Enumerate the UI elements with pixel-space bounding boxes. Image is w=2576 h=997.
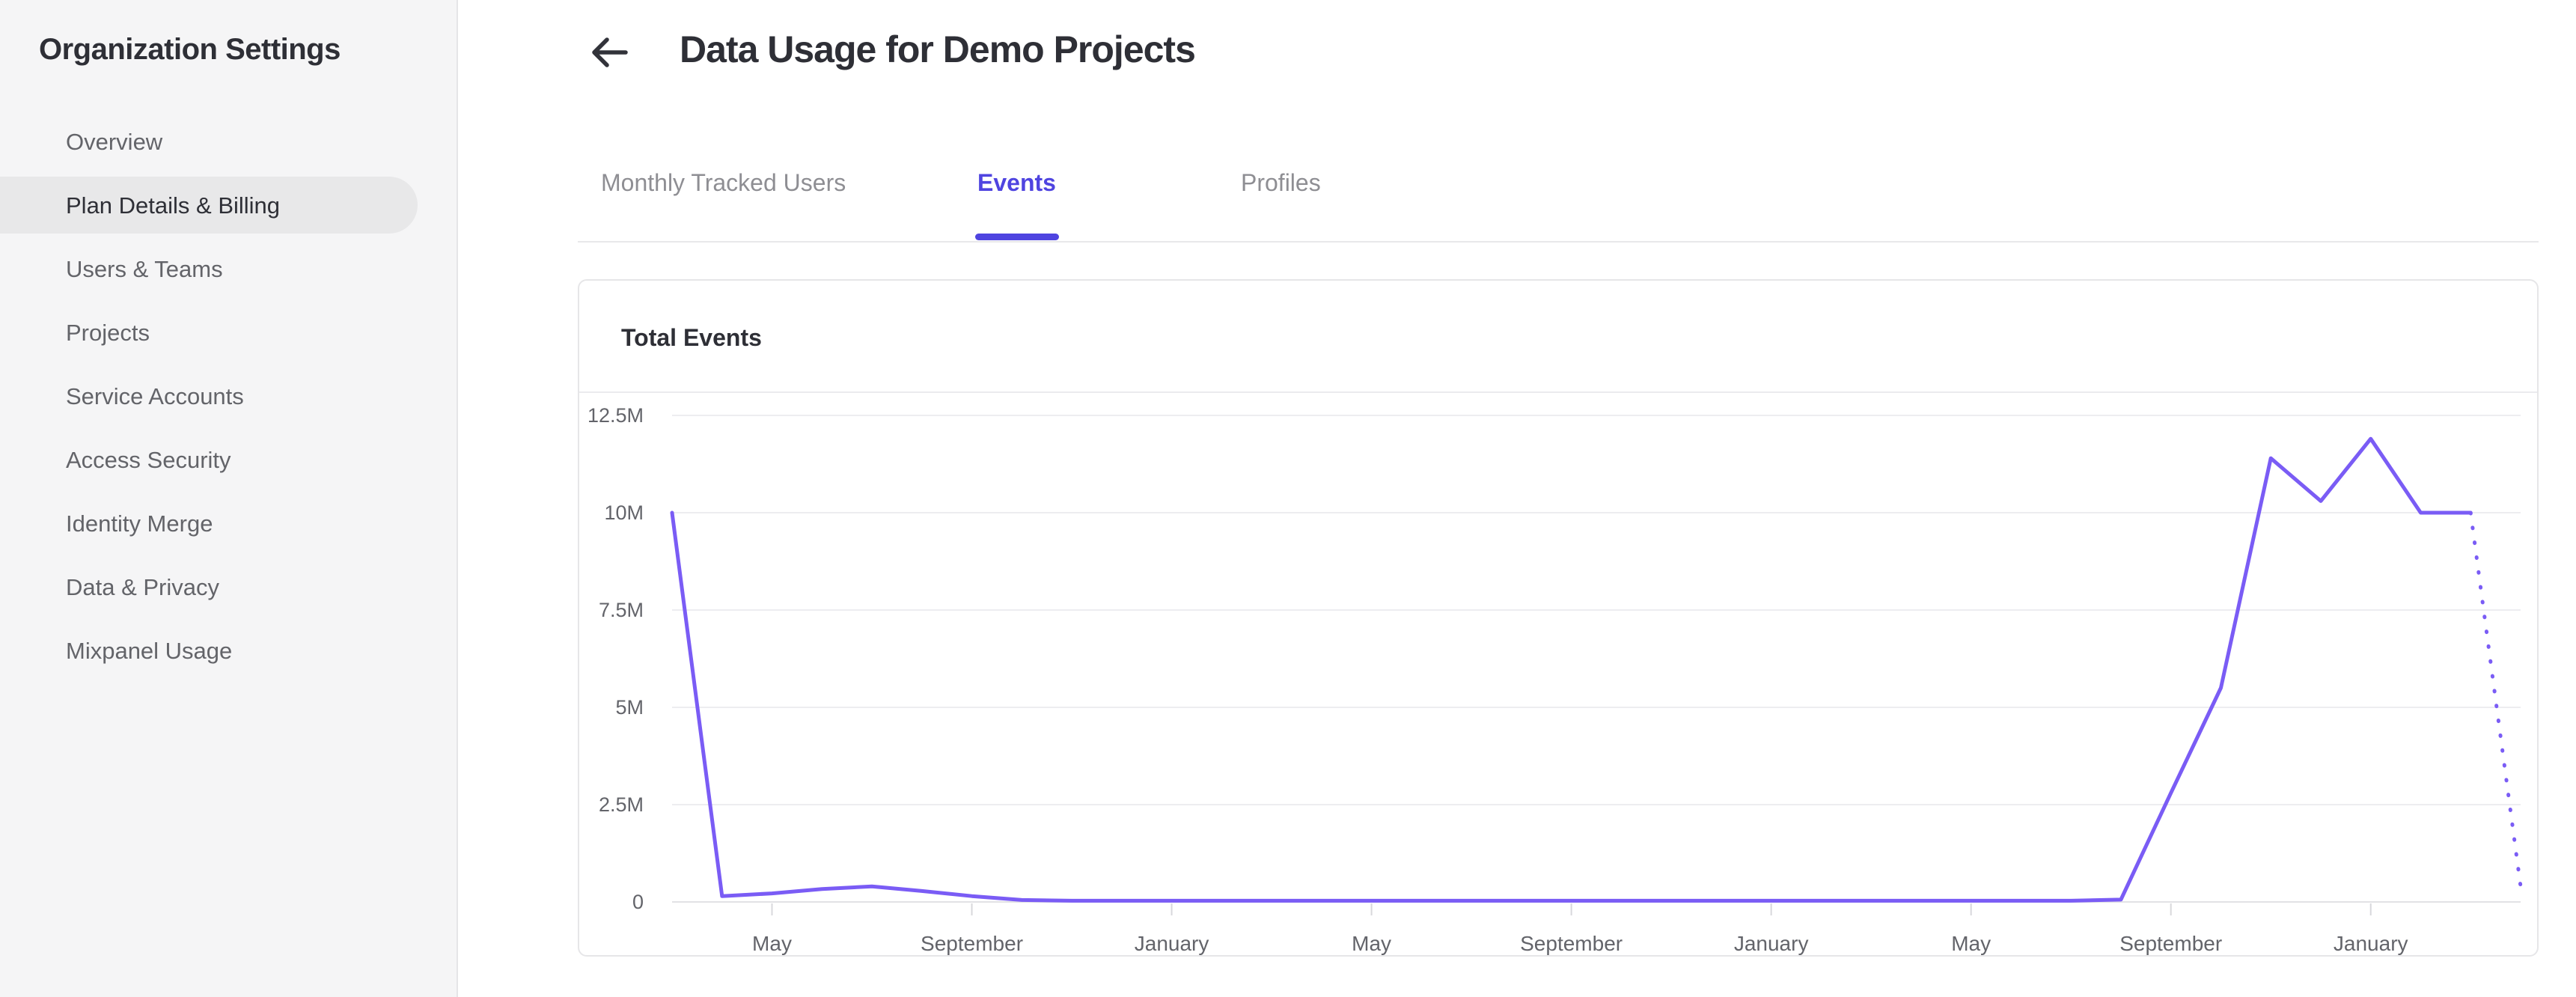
sidebar-item-label: Mixpanel Usage <box>66 637 233 664</box>
sidebar-item-label: Identity Merge <box>66 510 213 537</box>
sidebar-item-plan-details-billing[interactable]: Plan Details & Billing <box>0 174 458 237</box>
sidebar-item-access-security[interactable]: Access Security <box>0 428 458 492</box>
svg-text:7.5M: 7.5M <box>599 599 644 621</box>
card-header: Total Events <box>579 281 2537 393</box>
svg-text:12.5M: 12.5M <box>587 404 644 427</box>
svg-text:May: May <box>752 932 792 955</box>
sidebar-item-label: Service Accounts <box>66 382 244 409</box>
svg-text:0: 0 <box>632 891 644 913</box>
sidebar-menu: Overview Plan Details & Billing Users & Te… <box>0 110 458 683</box>
sidebar-item-projects[interactable]: Projects <box>0 301 458 365</box>
sidebar-item-label: Users & Teams <box>66 255 223 282</box>
svg-text:May: May <box>1352 932 1391 955</box>
total-events-card: Total Events 12.5M 10M 7.5M 5M 2.5M 0 May Septe… <box>578 279 2539 957</box>
sidebar-item-label: Access Security <box>66 446 231 473</box>
tab-monthly-tracked-users[interactable]: Monthly Tracked Users <box>601 166 846 199</box>
x-axis-ticks <box>771 903 2372 915</box>
svg-text:September: September <box>1520 932 1623 955</box>
svg-text:January: January <box>1135 932 1209 955</box>
sidebar-item-label: Overview <box>66 128 163 155</box>
svg-text:May: May <box>1951 932 1991 955</box>
svg-text:January: January <box>1734 932 1809 955</box>
svg-text:10M: 10M <box>604 501 644 524</box>
organization-settings-sidebar: Organization Settings Overview Plan Detai… <box>0 0 458 997</box>
sidebar-item-overview[interactable]: Overview <box>0 110 458 174</box>
chart-gridlines <box>672 415 2521 903</box>
tab-profiles[interactable]: Profiles <box>1241 166 1321 199</box>
page-title: Data Usage for Demo Projects <box>680 28 1196 70</box>
sidebar-item-mixpanel-usage[interactable]: Mixpanel Usage <box>0 619 458 683</box>
tabs-divider <box>578 241 2539 243</box>
sidebar-item-users-teams[interactable]: Users & Teams <box>0 237 458 301</box>
events-line-projected <box>2468 510 2523 888</box>
y-axis-labels: 12.5M 10M 7.5M 5M 2.5M 0 <box>587 404 644 913</box>
left-arrow-icon <box>592 37 628 67</box>
svg-text:January: January <box>2334 932 2408 955</box>
sidebar-item-label: Plan Details & Billing <box>66 192 281 219</box>
x-axis-labels: May September January May September January Ma… <box>752 932 2408 955</box>
sidebar-item-identity-merge[interactable]: Identity Merge <box>0 492 458 555</box>
sidebar-item-data-privacy[interactable]: Data & Privacy <box>0 555 458 619</box>
svg-text:5M: 5M <box>615 696 644 719</box>
sidebar-title: Organization Settings <box>39 33 341 66</box>
tab-events[interactable]: Events <box>977 166 1056 199</box>
card-title: Total Events <box>621 324 762 351</box>
events-line-actual <box>670 436 2473 903</box>
page: { "sidebar": { "title": "Organization Se… <box>0 0 2576 997</box>
sidebar-item-label: Projects <box>66 319 150 346</box>
total-events-chart: 12.5M 10M 7.5M 5M 2.5M 0 May September January Ma… <box>579 394 2537 955</box>
svg-text:September: September <box>2119 932 2222 955</box>
back-button[interactable] <box>586 30 634 75</box>
svg-text:September: September <box>921 932 1023 955</box>
sidebar-item-label: Data & Privacy <box>66 573 220 600</box>
svg-text:2.5M: 2.5M <box>599 793 644 816</box>
sidebar-item-service-accounts[interactable]: Service Accounts <box>0 365 458 428</box>
active-tab-underline <box>975 234 1059 240</box>
